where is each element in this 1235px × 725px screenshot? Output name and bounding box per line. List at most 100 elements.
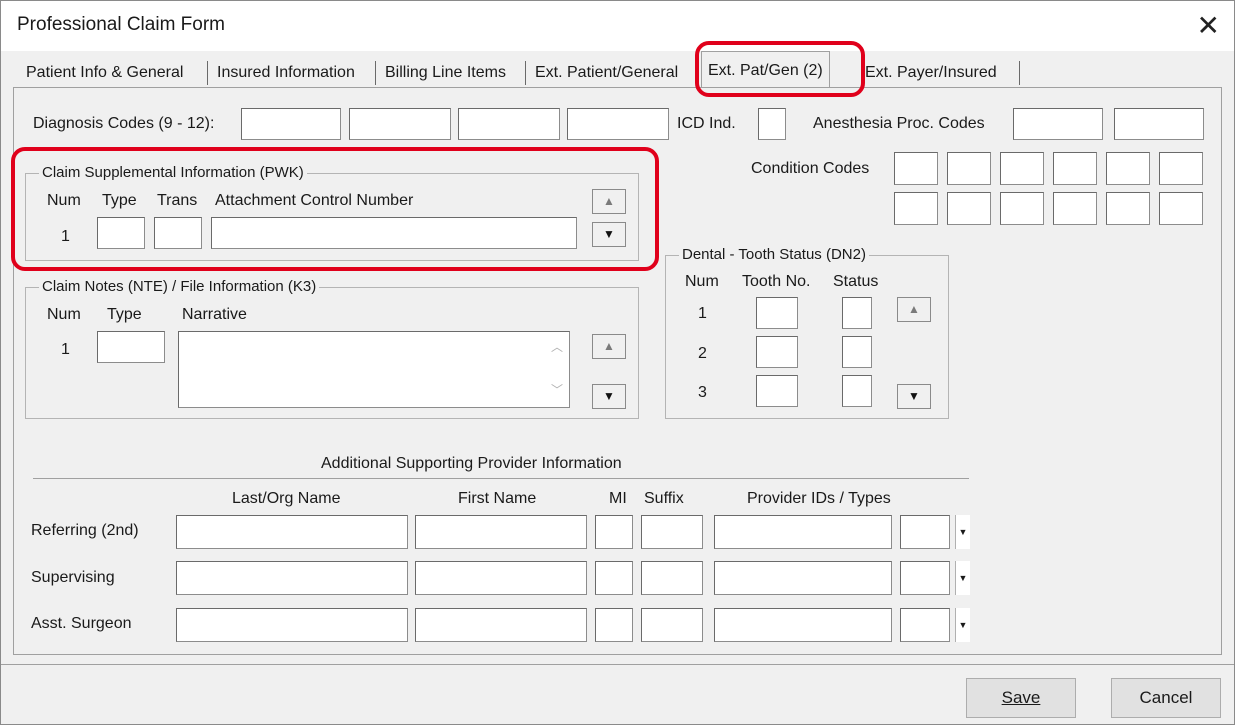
narrative-scrollbar[interactable]: ︿ ﹀ (547, 334, 567, 406)
condition-code-field[interactable] (894, 152, 938, 185)
dental-tooth-no-field[interactable] (756, 375, 798, 407)
chevron-down-icon[interactable]: ▼ (955, 515, 970, 549)
supervising-suffix-field[interactable] (641, 561, 703, 595)
pwk-trans-field[interactable] (154, 217, 202, 249)
condition-code-field[interactable] (1053, 152, 1097, 185)
dental-num-header: Num (685, 273, 719, 290)
asst-surgeon-first-name-field[interactable] (415, 608, 587, 642)
condition-code-field[interactable] (894, 192, 938, 225)
anesthesia-code-1-field[interactable] (1013, 108, 1103, 140)
provider-mi-header: MI (609, 490, 627, 507)
dental-row-num: 2 (698, 345, 707, 362)
condition-code-field[interactable] (1106, 152, 1150, 185)
chevron-up-icon[interactable]: ︿ (547, 338, 567, 355)
tab-billing-line-items[interactable]: Billing Line Items (385, 58, 506, 87)
supervising-provider-id-field[interactable] (714, 561, 892, 595)
supervising-last-name-field[interactable] (176, 561, 408, 595)
condition-code-field[interactable] (1106, 192, 1150, 225)
dental-group-title: Dental - Tooth Status (DN2) (679, 246, 869, 263)
diagnosis-code-9-field[interactable] (241, 108, 341, 140)
notes-scroll-up-icon[interactable]: ▲ (592, 334, 626, 359)
notes-narrative-textarea[interactable] (178, 331, 570, 408)
tab-separator (525, 61, 526, 85)
tab-ext-pat-gen-2[interactable]: Ext. Pat/Gen (2) (701, 51, 830, 89)
notes-scroll-down-icon[interactable]: ▼ (592, 384, 626, 409)
dental-tooth-no-header: Tooth No. (742, 273, 811, 290)
chevron-down-icon[interactable]: ▼ (955, 561, 970, 595)
dental-row-num: 3 (698, 384, 707, 401)
anesthesia-code-2-field[interactable] (1114, 108, 1204, 140)
referring-suffix-field[interactable] (641, 515, 703, 549)
dental-row-num: 1 (698, 305, 707, 322)
tab-ext-payer-insured[interactable]: Ext. Payer/Insured (865, 58, 997, 87)
notes-type-header: Type (107, 306, 142, 323)
dental-tooth-no-field[interactable] (756, 336, 798, 368)
icd-ind-label: ICD Ind. (677, 115, 736, 132)
save-button-label: Save (1001, 688, 1041, 707)
provider-ids-types-header: Provider IDs / Types (747, 490, 891, 507)
provider-last-name-header: Last/Org Name (232, 490, 341, 507)
providers-divider (33, 478, 969, 479)
cancel-button[interactable]: Cancel (1111, 678, 1221, 718)
pwk-group-title: Claim Supplemental Information (PWK) (39, 164, 307, 181)
provider-row-label-supervising: Supervising (31, 569, 115, 586)
condition-code-field[interactable] (1000, 152, 1044, 185)
condition-code-field[interactable] (1053, 192, 1097, 225)
condition-code-field[interactable] (947, 192, 991, 225)
pwk-attachment-control-number-header: Attachment Control Number (215, 192, 414, 209)
pwk-attachment-control-number-field[interactable] (211, 217, 577, 249)
pwk-type-field[interactable] (97, 217, 145, 249)
dental-status-field[interactable] (842, 375, 872, 407)
diagnosis-code-10-field[interactable] (349, 108, 451, 140)
asst-surgeon-last-name-field[interactable] (176, 608, 408, 642)
condition-codes-label: Condition Codes (751, 160, 870, 177)
referring-provider-id-field[interactable] (714, 515, 892, 549)
pwk-scroll-down-icon[interactable]: ▼ (592, 222, 626, 247)
pwk-num-header: Num (47, 192, 81, 209)
save-button[interactable]: Save (966, 678, 1076, 718)
diagnosis-code-11-field[interactable] (458, 108, 560, 140)
dental-status-header: Status (833, 273, 879, 290)
footer-divider (1, 664, 1234, 665)
supervising-provider-type-select[interactable] (900, 561, 950, 595)
tab-ext-patient-general[interactable]: Ext. Patient/General (535, 58, 678, 87)
asst-surgeon-provider-id-field[interactable] (714, 608, 892, 642)
supervising-first-name-field[interactable] (415, 561, 587, 595)
dental-scroll-up-icon[interactable]: ▲ (897, 297, 931, 322)
dental-tooth-no-field[interactable] (756, 297, 798, 329)
asst-surgeon-mi-field[interactable] (595, 608, 633, 642)
chevron-down-icon[interactable]: ▼ (955, 608, 970, 642)
notes-narrative-header: Narrative (182, 306, 247, 323)
tab-patient-info-general[interactable]: Patient Info & General (26, 58, 183, 87)
provider-row-label-referring: Referring (2nd) (31, 522, 139, 539)
provider-first-name-header: First Name (458, 490, 537, 507)
icd-ind-field[interactable] (758, 108, 786, 140)
diagnosis-code-12-field[interactable] (567, 108, 669, 140)
referring-provider-type-select[interactable] (900, 515, 950, 549)
asst-surgeon-suffix-field[interactable] (641, 608, 703, 642)
dental-status-field[interactable] (842, 297, 872, 329)
dental-scroll-down-icon[interactable]: ▼ (897, 384, 931, 409)
diagnosis-codes-label: Diagnosis Codes (9 - 12): (33, 115, 215, 132)
close-icon[interactable]: ✕ (1197, 9, 1220, 43)
tab-separator (375, 61, 376, 85)
tab-insured-information[interactable]: Insured Information (217, 58, 355, 87)
pwk-trans-header: Trans (157, 192, 198, 209)
condition-code-field[interactable] (1159, 152, 1203, 185)
condition-code-field[interactable] (947, 152, 991, 185)
condition-code-field[interactable] (1000, 192, 1044, 225)
supervising-mi-field[interactable] (595, 561, 633, 595)
provider-row-label-asst-surgeon: Asst. Surgeon (31, 615, 132, 632)
asst-surgeon-provider-type-select[interactable] (900, 608, 950, 642)
notes-type-field[interactable] (97, 331, 165, 363)
notes-row-num: 1 (61, 341, 70, 358)
referring-mi-field[interactable] (595, 515, 633, 549)
pwk-row-num: 1 (61, 228, 70, 245)
referring-first-name-field[interactable] (415, 515, 587, 549)
dental-status-field[interactable] (842, 336, 872, 368)
referring-last-name-field[interactable] (176, 515, 408, 549)
pwk-scroll-up-icon[interactable]: ▲ (592, 189, 626, 214)
chevron-down-icon[interactable]: ﹀ (547, 381, 567, 398)
pwk-type-header: Type (102, 192, 137, 209)
condition-code-field[interactable] (1159, 192, 1203, 225)
